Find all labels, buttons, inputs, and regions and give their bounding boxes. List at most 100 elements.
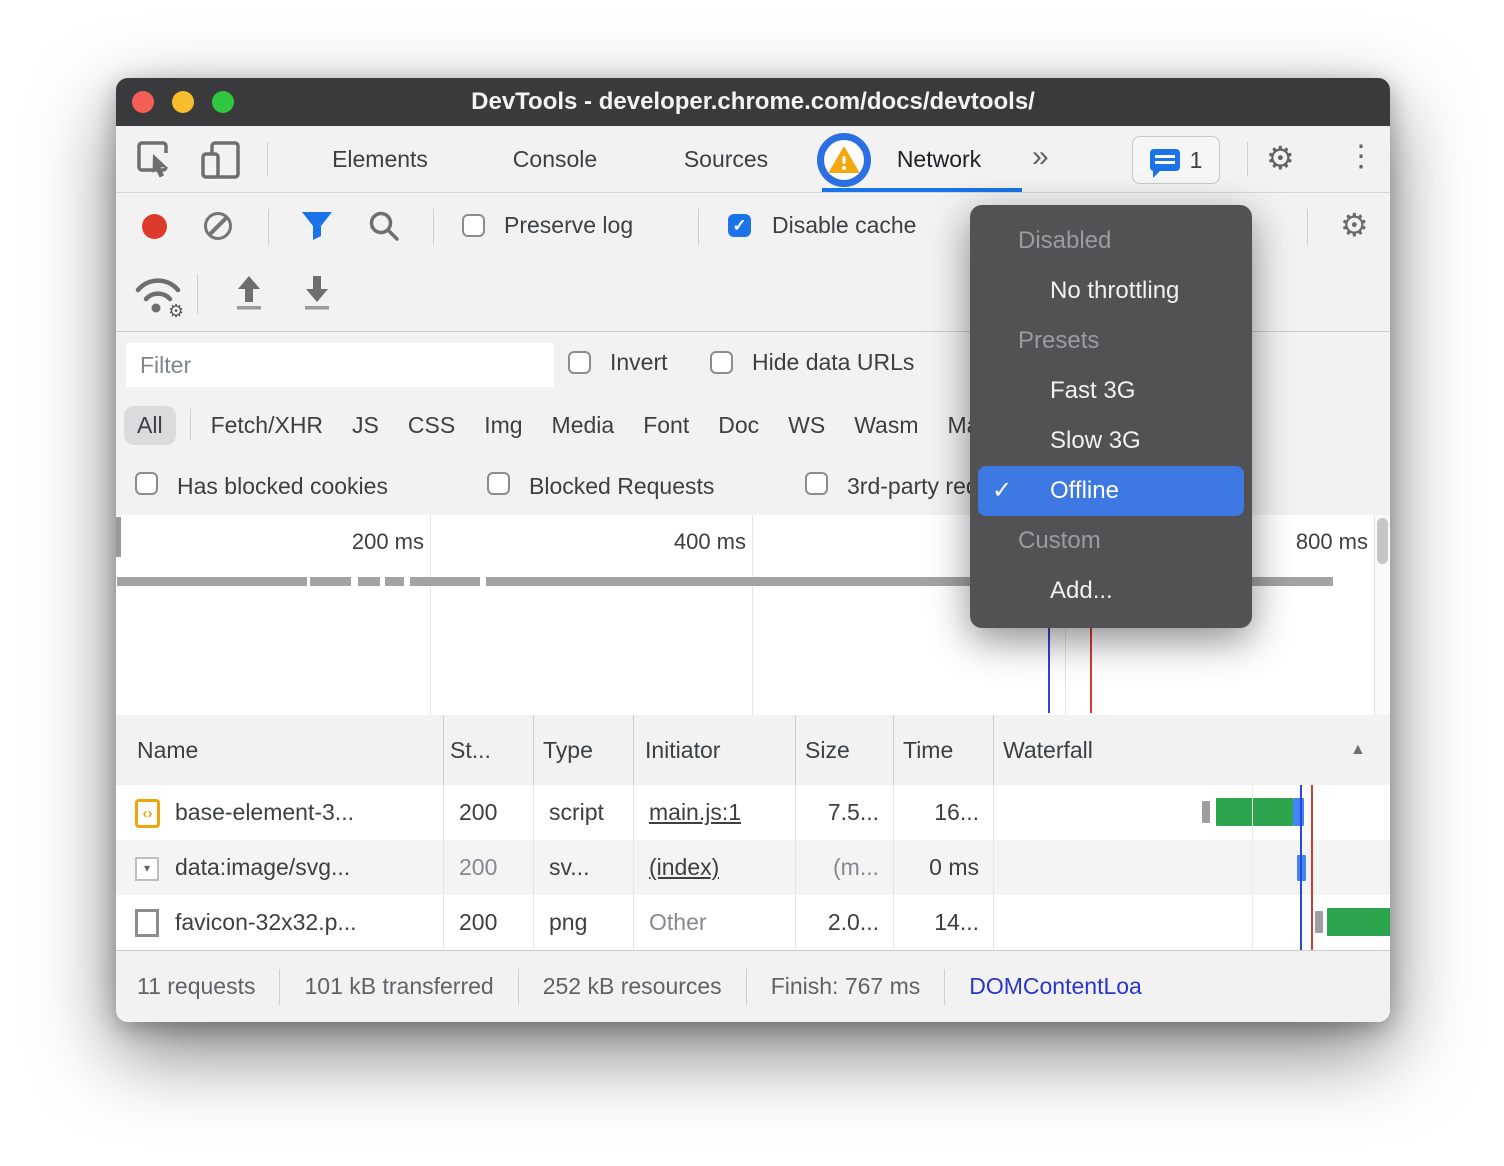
blocked-requests-checkbox[interactable] — [487, 472, 510, 495]
request-type: script — [549, 785, 604, 840]
blocked-requests-label[interactable]: Blocked Requests — [529, 473, 714, 500]
request-name[interactable]: data:image/svg... — [175, 840, 435, 895]
column-header-type[interactable]: Type — [543, 715, 593, 785]
chip-font[interactable]: Font — [643, 412, 689, 439]
tabbar-separator — [267, 142, 268, 176]
request-status: 200 — [459, 840, 497, 895]
import-har-icon[interactable] — [232, 274, 266, 317]
chip-all[interactable]: All — [124, 406, 176, 445]
network-conditions-icon[interactable]: ⚙ — [130, 272, 188, 323]
column-header-time[interactable]: Time — [903, 715, 953, 785]
column-separator — [993, 785, 994, 950]
menu-item-no-throttling[interactable]: No throttling — [970, 266, 1252, 316]
invert-label[interactable]: Invert — [610, 349, 668, 376]
issues-count: 1 — [1190, 147, 1203, 174]
column-header-size[interactable]: Size — [805, 715, 850, 785]
hide-data-urls-label[interactable]: Hide data URLs — [752, 349, 914, 376]
settings-gear-icon[interactable]: ⚙ — [1266, 142, 1295, 174]
minimize-window-button[interactable] — [172, 91, 194, 113]
zoom-window-button[interactable] — [212, 91, 234, 113]
third-party-checkbox[interactable] — [805, 472, 828, 495]
disable-cache-label[interactable]: Disable cache — [772, 212, 916, 239]
column-header-waterfall[interactable]: Waterfall — [1003, 715, 1093, 785]
hide-data-urls-checkbox[interactable] — [710, 351, 733, 374]
toolbar-separator — [197, 274, 198, 314]
export-har-icon[interactable] — [300, 274, 334, 317]
warning-icon — [829, 147, 859, 174]
waterfall-gridline — [1252, 785, 1253, 950]
chip-img[interactable]: Img — [484, 412, 522, 439]
overview-bar-segment — [310, 577, 351, 586]
request-name[interactable]: base-element-3... — [175, 785, 435, 840]
menu-item-offline-label: Offline — [1050, 477, 1119, 504]
chip-ws[interactable]: WS — [788, 412, 825, 439]
column-header-status[interactable]: St... — [450, 715, 491, 785]
request-time: 14... — [893, 895, 979, 950]
table-row[interactable]: ▾ data:image/svg... 200 sv... (index) (m… — [116, 840, 1390, 895]
status-separator — [279, 969, 280, 1005]
tab-network[interactable]: Network — [869, 126, 1009, 192]
request-initiator-link[interactable]: main.js:1 — [649, 785, 741, 840]
preserve-log-checkbox[interactable] — [462, 214, 485, 237]
overview-left-handle[interactable] — [116, 517, 121, 557]
table-row[interactable]: favicon-32x32.p... 200 png Other 2.0... … — [116, 895, 1390, 950]
menu-item-offline[interactable]: ✓ Offline — [978, 466, 1244, 516]
tab-console[interactable]: Console — [490, 126, 620, 192]
gridline-200ms — [430, 515, 431, 715]
tab-sources[interactable]: Sources — [661, 126, 791, 192]
network-settings-gear-icon[interactable]: ⚙ — [1340, 209, 1369, 241]
chip-js[interactable]: JS — [352, 412, 379, 439]
more-tabs-icon[interactable]: » — [1032, 126, 1049, 192]
chip-wasm[interactable]: Wasm — [854, 412, 918, 439]
sort-ascending-icon[interactable]: ▲ — [1350, 715, 1366, 785]
inspect-element-icon[interactable] — [136, 140, 176, 185]
overview-bar-segment — [410, 577, 480, 586]
chip-media[interactable]: Media — [552, 412, 615, 439]
toggle-device-toolbar-icon[interactable] — [200, 140, 242, 185]
menu-item-slow-3g[interactable]: Slow 3G — [970, 416, 1252, 466]
search-icon[interactable] — [368, 210, 400, 247]
check-icon: ✓ — [992, 466, 1012, 516]
has-blocked-cookies-checkbox[interactable] — [135, 472, 158, 495]
chip-fetch-xhr[interactable]: Fetch/XHR — [211, 412, 323, 439]
column-header-name[interactable]: Name — [137, 715, 198, 785]
status-separator — [746, 969, 747, 1005]
table-row[interactable]: ‹› base-element-3... 200 script main.js:… — [116, 785, 1390, 840]
chip-css[interactable]: CSS — [408, 412, 455, 439]
request-name[interactable]: favicon-32x32.p... — [175, 895, 435, 950]
request-time: 16... — [893, 785, 979, 840]
record-network-log-button[interactable] — [142, 214, 167, 239]
transferred-size: 101 kB transferred — [304, 973, 493, 1000]
invert-checkbox[interactable] — [568, 351, 591, 374]
preserve-log-label[interactable]: Preserve log — [504, 212, 633, 239]
request-initiator-link[interactable]: (index) — [649, 840, 719, 895]
waterfall-queue-tick — [1202, 801, 1210, 823]
more-options-icon[interactable]: ⋮ — [1346, 142, 1376, 172]
network-status-bar: 11 requests 101 kB transferred 252 kB re… — [116, 950, 1390, 1022]
has-blocked-cookies-label[interactable]: Has blocked cookies — [177, 473, 388, 500]
column-separator — [633, 785, 634, 950]
check-icon: ✓ — [732, 216, 746, 236]
status-separator — [518, 969, 519, 1005]
menu-item-fast-3g[interactable]: Fast 3G — [970, 366, 1252, 416]
scrollbar-thumb[interactable] — [1377, 518, 1388, 564]
menu-header-custom: Custom — [970, 516, 1252, 566]
tab-elements[interactable]: Elements — [315, 126, 445, 192]
overview-scrollbar[interactable] — [1374, 515, 1390, 715]
waterfall-download-bar — [1293, 798, 1304, 826]
column-separator — [893, 715, 894, 785]
issues-button[interactable]: 1 — [1132, 136, 1220, 184]
domcontentloaded-time: DOMContentLoa — [969, 973, 1142, 1000]
close-window-button[interactable] — [132, 91, 154, 113]
requests-table-body: ‹› base-element-3... 200 script main.js:… — [116, 785, 1390, 950]
timeline-label-800ms: 800 ms — [1296, 529, 1368, 555]
clear-network-log-icon[interactable] — [204, 212, 232, 240]
filter-funnel-icon[interactable] — [300, 210, 334, 247]
menu-item-add[interactable]: Add... — [970, 566, 1252, 616]
filter-input[interactable] — [126, 343, 554, 387]
image-glyph: ▾ — [144, 861, 150, 875]
toolbar-separator — [268, 209, 269, 245]
chip-doc[interactable]: Doc — [718, 412, 759, 439]
column-header-initiator[interactable]: Initiator — [645, 715, 720, 785]
disable-cache-checkbox[interactable]: ✓ — [728, 214, 751, 237]
